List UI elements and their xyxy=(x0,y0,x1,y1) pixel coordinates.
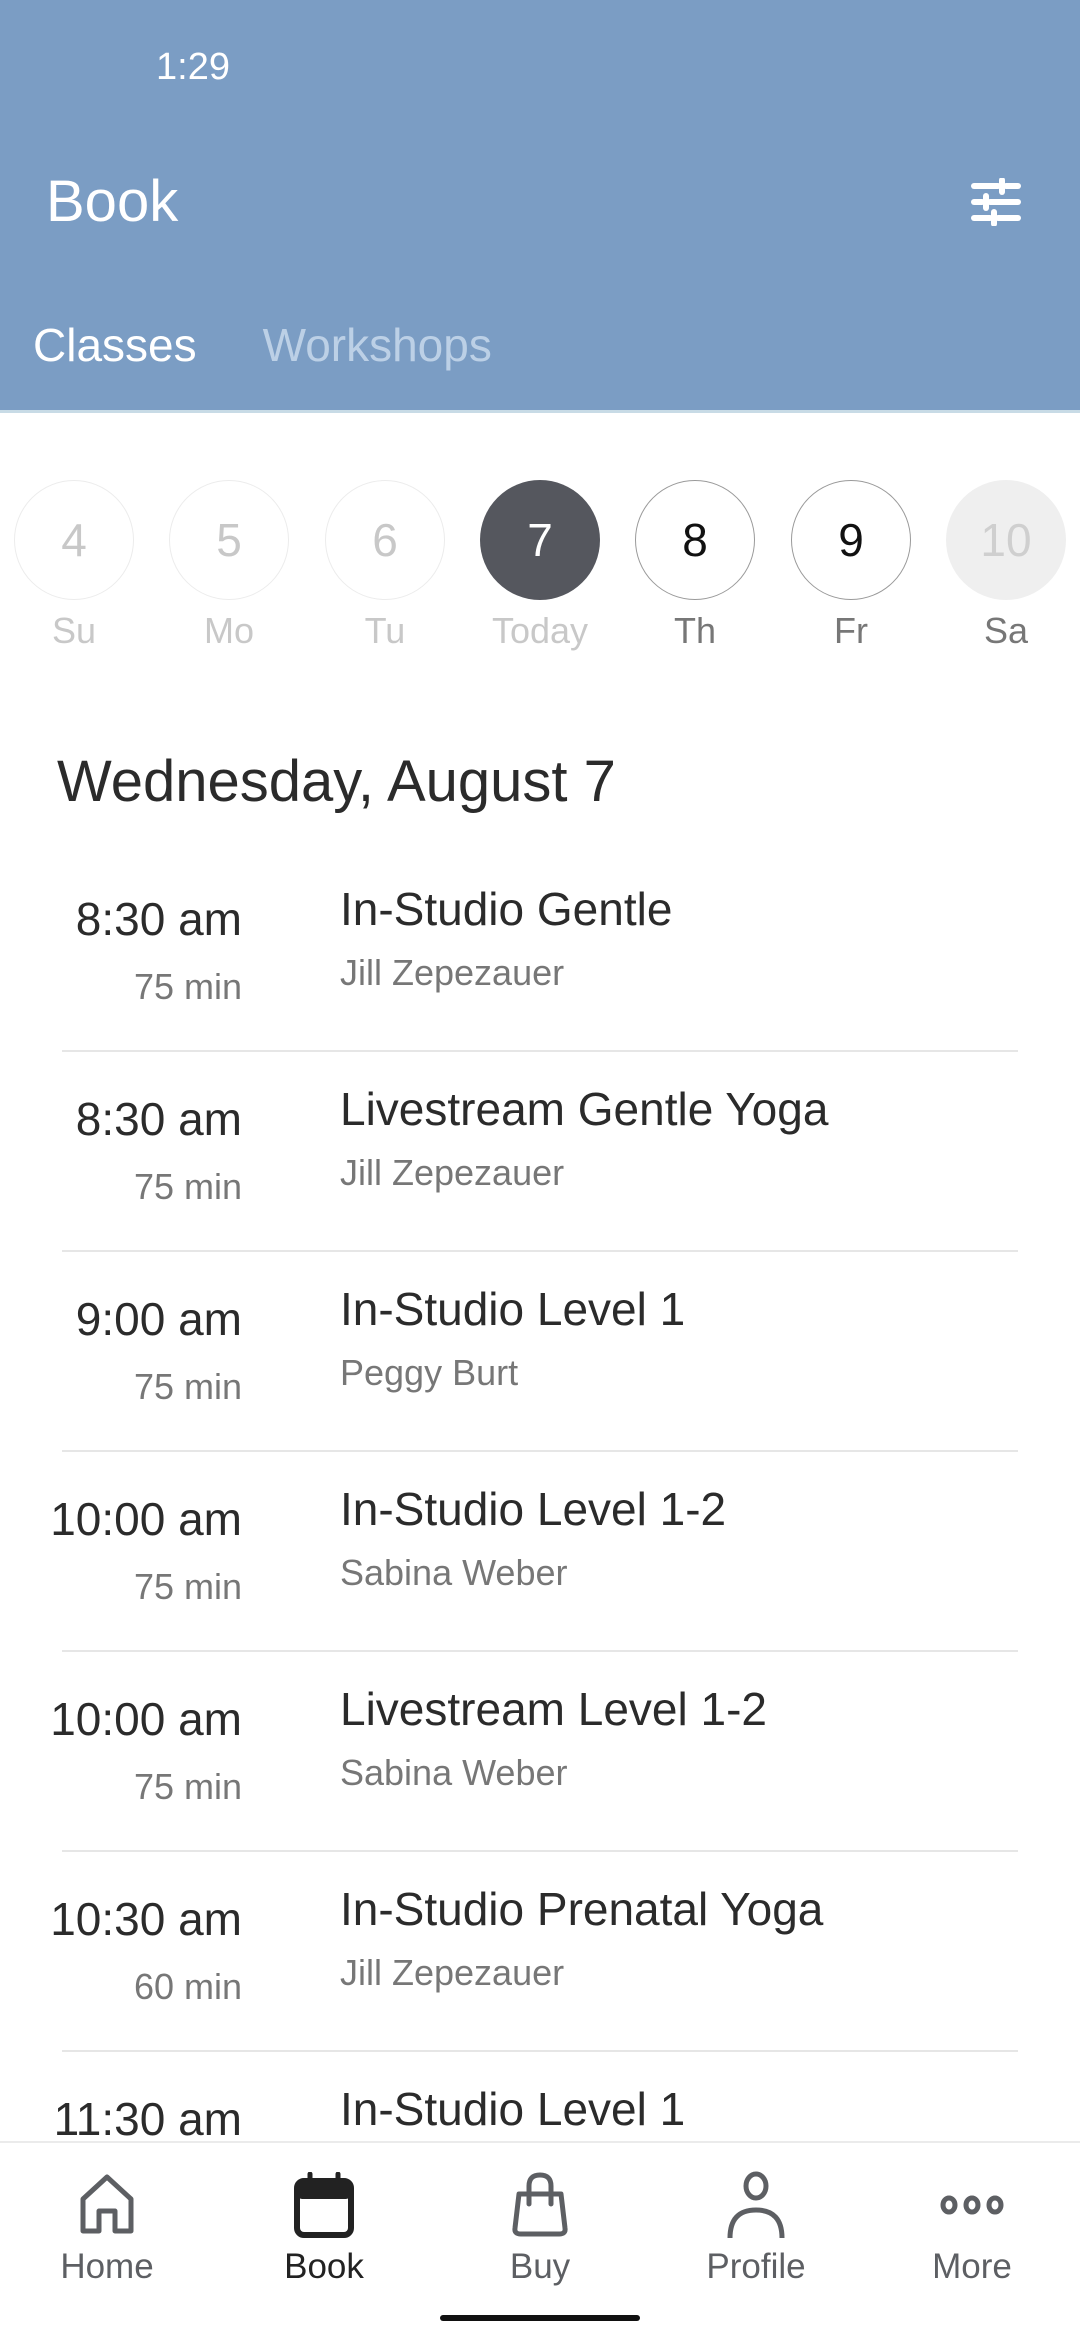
nav-label: Buy xyxy=(509,2247,571,2286)
status-bar-time: 1:29 xyxy=(156,46,230,88)
class-name: In-Studio Prenatal Yoga xyxy=(340,1883,824,1935)
day-label: Su xyxy=(51,610,97,651)
day-tuesday[interactable]: 6 Tu xyxy=(325,480,445,652)
class-row[interactable]: 8:30 am 75 min In-Studio Gentle Jill Zep… xyxy=(0,852,1080,1052)
nav-label: Book xyxy=(284,2247,364,2286)
class-name: In-Studio Gentle xyxy=(340,883,673,935)
nav-label: Profile xyxy=(706,2247,806,2286)
app-header: 1:29 Book Classes Workshops xyxy=(0,0,1080,413)
class-duration: 60 min xyxy=(133,1966,242,2007)
day-sunday[interactable]: 4 Su xyxy=(14,480,134,652)
class-name: In-Studio Level 1 xyxy=(340,1283,686,1335)
home-indicator[interactable] xyxy=(440,2315,640,2321)
class-instructor: Sabina Weber xyxy=(340,1552,568,1593)
day-today[interactable]: 7 Today xyxy=(480,480,600,652)
nav-more[interactable]: More xyxy=(892,2165,1052,2287)
class-name: Livestream Level 1-2 xyxy=(340,1683,767,1735)
nav-label: Home xyxy=(60,2247,154,2286)
class-time: 10:00 am xyxy=(50,1493,242,1545)
day-label: Th xyxy=(673,610,716,651)
class-duration: 75 min xyxy=(133,1166,242,1207)
day-number: 5 xyxy=(169,480,289,600)
day-number: 8 xyxy=(635,480,755,600)
home-icon xyxy=(80,2174,134,2234)
class-time: 9:00 am xyxy=(75,1293,242,1345)
day-number: 6 xyxy=(325,480,445,600)
class-row[interactable]: 10:00 am 75 min Livestream Level 1-2 Sab… xyxy=(0,1652,1080,1852)
shopping-bag-icon xyxy=(512,2172,568,2237)
date-heading: Wednesday, August 7 xyxy=(57,749,616,814)
class-name: Livestream Gentle Yoga xyxy=(340,1083,829,1135)
day-number: 10 xyxy=(946,480,1066,600)
class-instructor: Jill Zepezauer xyxy=(340,1152,565,1193)
class-time: 8:30 am xyxy=(75,1093,242,1145)
class-time: 11:30 am xyxy=(53,2093,242,2145)
day-thursday[interactable]: 8 Th xyxy=(635,480,755,652)
class-instructor: Jill Zepezauer xyxy=(340,1952,565,1993)
bottom-nav: Home Book Buy Profile More xyxy=(0,2141,1080,2340)
day-friday[interactable]: 9 Fr xyxy=(791,480,911,652)
class-list: 8:30 am 75 min In-Studio Gentle Jill Zep… xyxy=(0,852,1080,2252)
class-duration: 75 min xyxy=(133,966,242,1007)
filter-button[interactable] xyxy=(960,166,1032,238)
sliders-icon xyxy=(971,178,1021,226)
class-instructor: Jill Zepezauer xyxy=(340,952,565,993)
class-duration: 75 min xyxy=(133,1366,242,1407)
nav-label: More xyxy=(932,2247,1012,2286)
tab-bar: Classes Workshops xyxy=(33,318,492,372)
calendar-icon xyxy=(294,2172,354,2238)
class-row[interactable]: 10:00 am 75 min In-Studio Level 1-2 Sabi… xyxy=(0,1452,1080,1652)
day-number: 7 xyxy=(480,480,600,600)
class-duration: 75 min xyxy=(133,1566,242,1607)
day-label: Mo xyxy=(203,610,254,651)
nav-profile[interactable]: Profile xyxy=(676,2165,836,2287)
page-title: Book xyxy=(46,169,179,234)
day-selector: 4 Su 5 Mo 6 Tu 7 Today 8 Th 9 Fr 10 Sa xyxy=(0,480,1080,660)
day-number: 4 xyxy=(14,480,134,600)
class-time: 10:30 am xyxy=(50,1893,242,1945)
nav-buy[interactable]: Buy xyxy=(460,2165,620,2287)
class-instructor: Peggy Burt xyxy=(340,1352,519,1393)
class-row[interactable]: 8:30 am 75 min Livestream Gentle Yoga Ji… xyxy=(0,1052,1080,1252)
book-screen: 1:29 Book Classes Workshops 4 Su 5 Mo 6 … xyxy=(0,0,1080,2340)
tab-classes[interactable]: Classes xyxy=(33,318,197,372)
nav-book[interactable]: Book xyxy=(244,2165,404,2287)
day-label: Fr xyxy=(834,610,868,651)
class-row[interactable]: 9:00 am 75 min In-Studio Level 1 Peggy B… xyxy=(0,1252,1080,1452)
class-time: 10:00 am xyxy=(50,1693,242,1745)
day-number: 9 xyxy=(791,480,911,600)
class-time: 8:30 am xyxy=(75,893,242,945)
class-row[interactable]: 10:30 am 60 min In-Studio Prenatal Yoga … xyxy=(0,1852,1080,2052)
day-label: Tu xyxy=(364,610,406,651)
tab-workshops[interactable]: Workshops xyxy=(263,318,492,372)
day-label: Sa xyxy=(983,610,1029,651)
person-icon xyxy=(727,2171,785,2239)
day-label: Today xyxy=(491,610,589,651)
class-name: In-Studio Level 1 xyxy=(340,2083,686,2135)
class-instructor: Sabina Weber xyxy=(340,1752,568,1793)
day-monday[interactable]: 5 Mo xyxy=(169,480,289,652)
class-name: In-Studio Level 1-2 xyxy=(340,1483,727,1535)
nav-home[interactable]: Home xyxy=(27,2165,187,2287)
day-saturday[interactable]: 10 Sa xyxy=(946,480,1066,652)
class-duration: 75 min xyxy=(133,1766,242,1807)
more-dots-icon xyxy=(940,2195,1004,2215)
